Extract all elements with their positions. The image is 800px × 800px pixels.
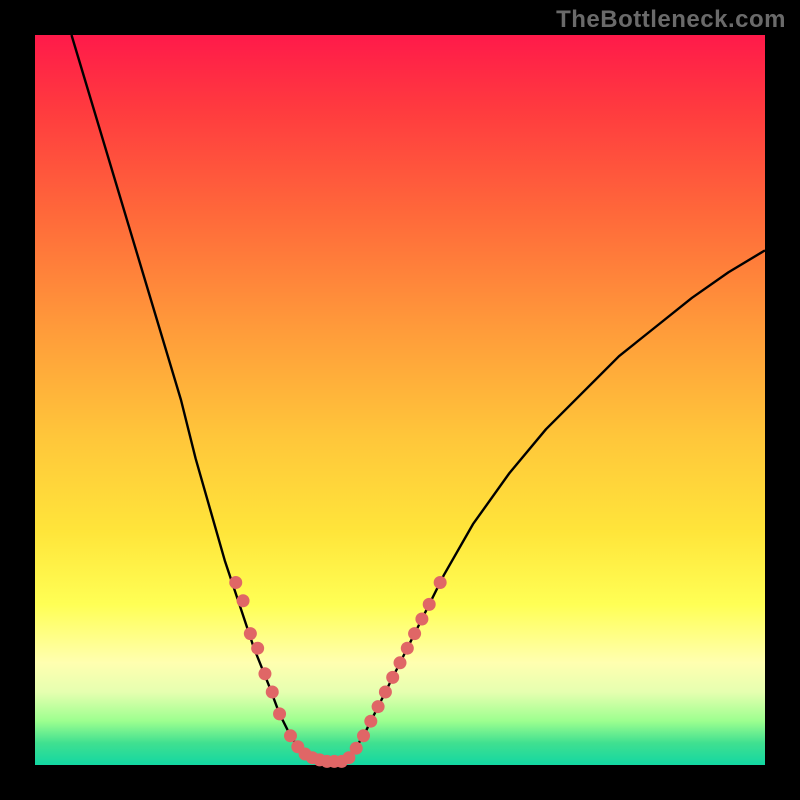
plot-area [35,35,765,765]
chart-svg [35,35,765,765]
data-point [423,598,436,611]
watermark-text: TheBottleneck.com [556,6,786,34]
data-point [237,594,250,607]
data-point [258,667,271,680]
data-point [372,700,385,713]
data-point [434,576,447,589]
data-point [401,642,414,655]
data-point [229,576,242,589]
data-point [284,729,297,742]
data-point [350,742,363,755]
chart-stage: TheBottleneck.com [0,0,800,800]
data-point [364,715,377,728]
data-point [379,686,392,699]
data-point [408,627,421,640]
data-point [244,627,257,640]
data-point [415,613,428,626]
data-point [394,656,407,669]
data-point [273,707,286,720]
bottleneck-curve [72,35,766,761]
data-point [386,671,399,684]
data-point [357,729,370,742]
data-point [251,642,264,655]
data-point [266,686,279,699]
